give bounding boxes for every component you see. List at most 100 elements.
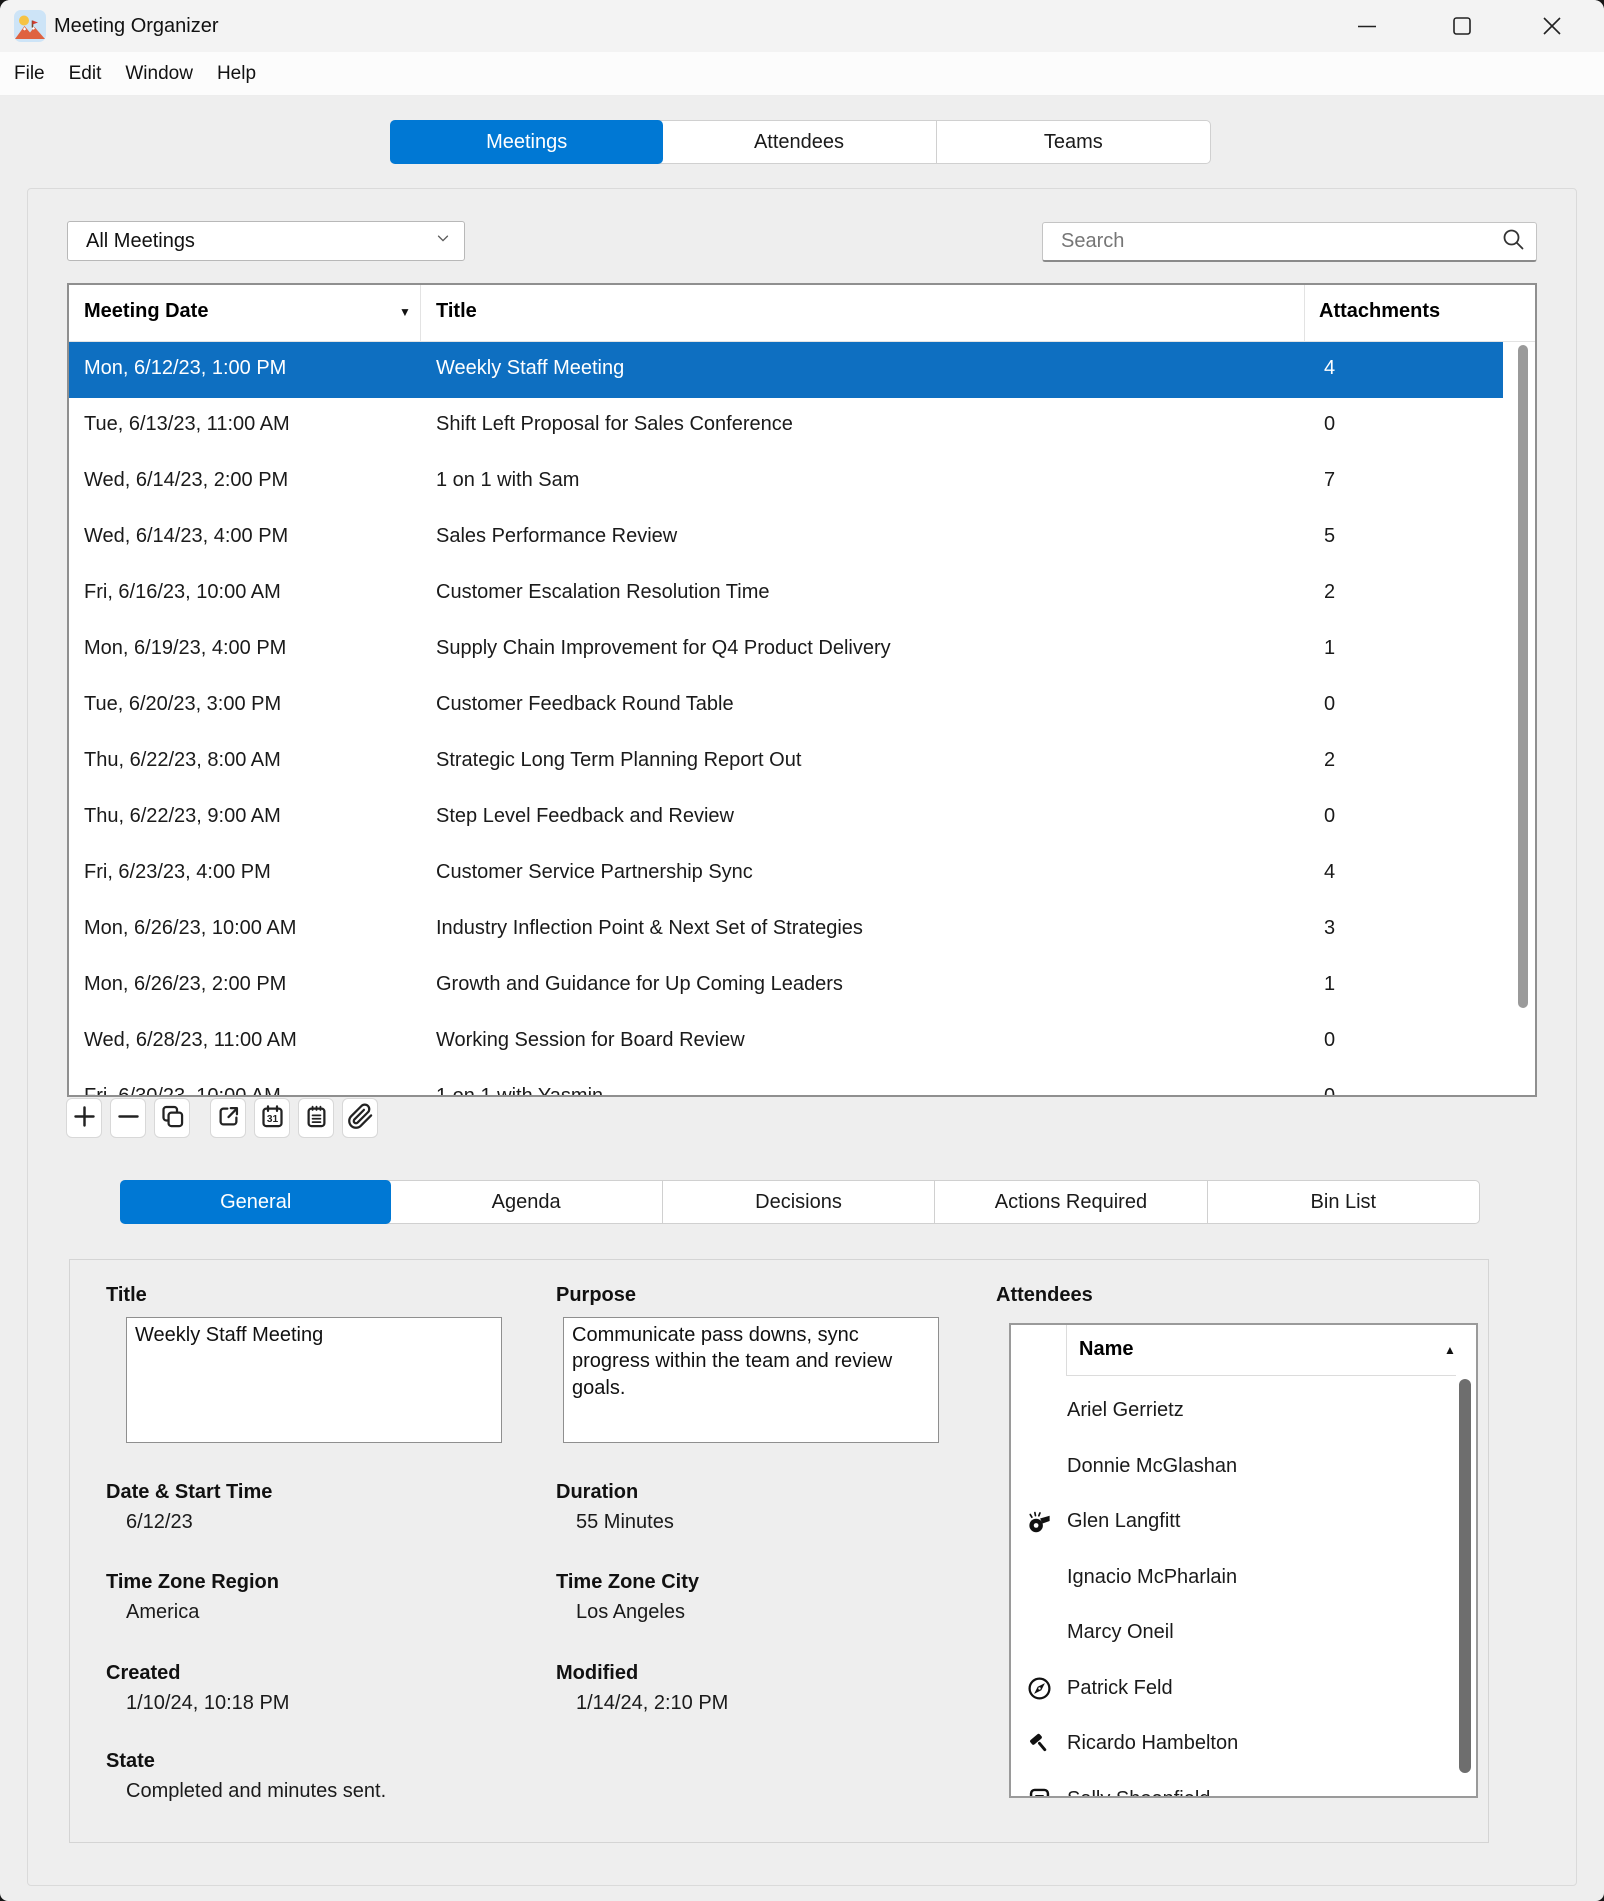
detail-tab-agenda[interactable]: Agenda	[390, 1181, 662, 1223]
table-row[interactable]: Wed, 6/14/23, 2:00 PM 1 on 1 with Sam 7	[69, 454, 1503, 510]
table-row[interactable]: Mon, 6/26/23, 2:00 PMGrowth and Guidance…	[69, 958, 1503, 1014]
table-row[interactable]: Thu, 6/22/23, 8:00 AM Strategic Long Term…	[69, 734, 1503, 790]
compass-icon	[1011, 1675, 1067, 1702]
tab-attendees[interactable]: Attendees	[662, 121, 936, 163]
cell-title: Strategic Long Term Planning Report Out	[436, 749, 801, 772]
column-divider	[1066, 1325, 1067, 1375]
attendee-name: Marcy Oneil	[1067, 1621, 1174, 1644]
meetings-filter-select[interactable]: All Meetings	[67, 221, 465, 261]
cell-title: 1 on 1 with Sam	[436, 469, 579, 492]
column-header-meeting-date[interactable]: Meeting Date	[84, 300, 208, 323]
duplicate-meeting-button[interactable]	[154, 1098, 190, 1138]
attendee-row[interactable]: Glen Langfitt	[1011, 1494, 1456, 1550]
attendee-row[interactable]: Sally Shoenfield	[1011, 1772, 1456, 1797]
meetings-table: Meeting Date Title Attachments Mon, 6/12…	[67, 283, 1537, 1097]
attendee-row[interactable]: Donnie McGlashan	[1011, 1439, 1456, 1495]
table-row[interactable]: Mon, 6/12/23, 1:00 PMWeekly Staff Meetin…	[69, 342, 1503, 398]
close-button[interactable]	[1529, 3, 1575, 49]
detail-tab-bin-list[interactable]: Bin List	[1208, 1181, 1479, 1223]
attendee-row[interactable]: Ariel Gerrietz	[1011, 1383, 1456, 1439]
column-divider	[420, 285, 421, 341]
attendees-scrollbar-thumb[interactable]	[1459, 1379, 1471, 1773]
cell-attachments: 2	[1324, 581, 1335, 604]
cell-meeting-date: Wed, 6/28/23, 11:00 AM	[84, 1029, 297, 1052]
cell-meeting-date: Wed, 6/14/23, 2:00 PM	[84, 469, 288, 492]
maximize-button[interactable]	[1439, 3, 1485, 49]
calendar-button[interactable]: 31	[254, 1098, 290, 1138]
cell-title: Weekly Staff Meeting	[436, 357, 624, 380]
tab-teams[interactable]: Teams	[937, 121, 1210, 163]
cell-meeting-date: Tue, 6/20/23, 3:00 PM	[84, 693, 281, 716]
attendees-column-header-name[interactable]: Name	[1079, 1338, 1133, 1361]
attendee-row[interactable]: Ricardo Hambelton	[1011, 1716, 1456, 1772]
purpose-label: Purpose	[556, 1284, 636, 1307]
minus-icon	[115, 1103, 142, 1133]
tz-region-value: America	[126, 1601, 199, 1624]
title-field[interactable]: Weekly Staff Meeting	[126, 1317, 502, 1443]
attendee-row[interactable]: Marcy Oneil	[1011, 1605, 1456, 1661]
cell-meeting-date: Thu, 6/22/23, 9:00 AM	[84, 805, 281, 828]
meetings-table-header: Meeting Date Title Attachments	[69, 285, 1535, 342]
attendee-name: Patrick Feld	[1067, 1677, 1173, 1700]
modified-label: Modified	[556, 1662, 638, 1685]
sort-descending-icon	[399, 305, 411, 319]
cell-attachments: 0	[1324, 1085, 1335, 1095]
open-meeting-button[interactable]	[210, 1098, 246, 1138]
menu-file[interactable]: File	[14, 63, 45, 85]
table-row[interactable]: Fri, 6/30/23, 10:00 AM1 on 1 with Yasmin…	[69, 1070, 1503, 1095]
plus-icon	[71, 1103, 98, 1133]
attendee-row[interactable]: Patrick Feld	[1011, 1661, 1456, 1717]
menu-window[interactable]: Window	[125, 63, 193, 85]
titlebar: Meeting Organizer	[0, 0, 1604, 52]
duration-value: 55 Minutes	[576, 1511, 674, 1534]
table-row[interactable]: Fri, 6/23/23, 4:00 PMCustomer Service Pa…	[69, 846, 1503, 902]
remove-meeting-button[interactable]	[110, 1098, 146, 1138]
notes-button[interactable]	[298, 1098, 334, 1138]
menu-help[interactable]: Help	[217, 63, 256, 85]
cell-title: Industry Inflection Point & Next Set of …	[436, 917, 863, 940]
cell-attachments: 3	[1324, 917, 1335, 940]
table-row[interactable]: Tue, 6/20/23, 3:00 PMCustomer Feedback R…	[69, 678, 1503, 734]
minimize-button[interactable]	[1344, 3, 1390, 49]
cell-meeting-date: Thu, 6/22/23, 8:00 AM	[84, 749, 281, 772]
table-row[interactable]: Mon, 6/26/23, 10:00 AMIndustry Inflectio…	[69, 902, 1503, 958]
state-label: State	[106, 1750, 155, 1773]
detail-tab-general[interactable]: General	[120, 1180, 391, 1224]
cell-attachments: 1	[1324, 973, 1335, 996]
table-row[interactable]: Wed, 6/28/23, 11:00 AMWorking Session fo…	[69, 1014, 1503, 1070]
table-row[interactable]: Fri, 6/16/23, 10:00 AMCustomer Escalatio…	[69, 566, 1503, 622]
cell-meeting-date: Wed, 6/14/23, 4:00 PM	[84, 525, 288, 548]
modified-value: 1/14/24, 2:10 PM	[576, 1692, 728, 1715]
cell-attachments: 2	[1324, 749, 1335, 772]
tz-city-label: Time Zone City	[556, 1571, 699, 1594]
calendar-icon: 31	[259, 1103, 286, 1133]
cell-meeting-date: Fri, 6/23/23, 4:00 PM	[84, 861, 271, 884]
state-value: Completed and minutes sent.	[126, 1780, 386, 1803]
table-scrollbar-thumb[interactable]	[1518, 345, 1528, 1008]
attendee-row[interactable]: Ignacio McPharlain	[1011, 1550, 1456, 1606]
main-tab-bar: MeetingsAttendeesTeams	[390, 120, 1211, 164]
add-meeting-button[interactable]	[66, 1098, 102, 1138]
menu-bar: File Edit Window Help	[0, 52, 1604, 96]
cell-title: Step Level Feedback and Review	[436, 805, 734, 828]
search-icon[interactable]	[1500, 226, 1526, 257]
table-row[interactable]: Tue, 6/13/23, 11:00 AMShift Left Proposa…	[69, 398, 1503, 454]
table-row[interactable]: Wed, 6/14/23, 4:00 PMSales Performance R…	[69, 510, 1503, 566]
menu-edit[interactable]: Edit	[69, 63, 102, 85]
table-row[interactable]: Thu, 6/22/23, 9:00 AM Step Level Feedback…	[69, 790, 1503, 846]
paperclip-icon	[347, 1103, 374, 1133]
attendee-name: Sally Shoenfield	[1067, 1788, 1210, 1796]
tab-meetings[interactable]: Meetings	[390, 120, 663, 164]
search-input[interactable]	[1045, 230, 1500, 253]
attachments-button[interactable]	[342, 1098, 378, 1138]
detail-tab-decisions[interactable]: Decisions	[663, 1181, 935, 1223]
column-header-title[interactable]: Title	[436, 300, 477, 323]
header-divider	[1066, 1375, 1456, 1376]
created-value: 1/10/24, 10:18 PM	[126, 1692, 289, 1715]
detail-tab-actions-required[interactable]: Actions Required	[935, 1181, 1207, 1223]
cell-meeting-date: Fri, 6/30/23, 10:00 AM	[84, 1085, 281, 1095]
cell-attachments: 7	[1324, 469, 1335, 492]
table-row[interactable]: Mon, 6/19/23, 4:00 PMSupply Chain Improv…	[69, 622, 1503, 678]
purpose-field[interactable]: Communicate pass downs, sync progress wi…	[563, 1317, 939, 1443]
column-header-attachments[interactable]: Attachments	[1319, 300, 1440, 323]
